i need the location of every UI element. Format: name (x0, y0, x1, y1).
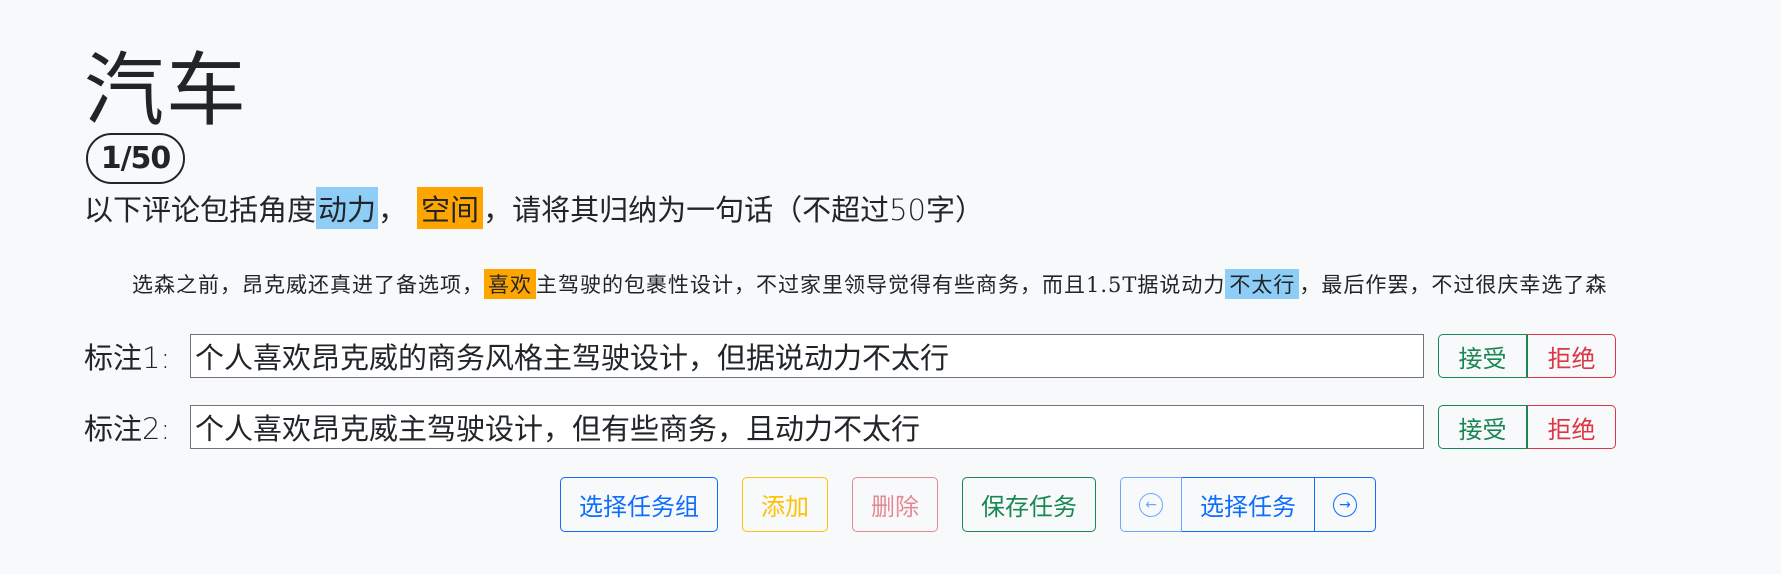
aspect-tag-power: 动力 (316, 187, 379, 229)
annotation-row-2: 标注2: 接受 拒绝 (84, 404, 1616, 450)
review-part: ，最后作罢，不过很庆幸选了森 (1299, 273, 1608, 297)
review-highlight-power: 不太行 (1225, 269, 1300, 299)
save-task-button[interactable]: 保存任务 (962, 477, 1096, 532)
task-navigation: ← 选择任务 → (1120, 477, 1376, 532)
delete-button[interactable]: 删除 (852, 477, 938, 532)
annotation-input-1[interactable] (190, 334, 1424, 378)
accept-reject-group: 接受 拒绝 (1438, 405, 1616, 449)
annotation-label: 标注1: (84, 341, 171, 375)
review-part: 选森之前，昂克威还真进了备选项， (132, 273, 484, 297)
progress-counter-badge: 1/50 (86, 133, 185, 184)
prompt-suffix: ，请将其归纳为一句话（不超过50字） (483, 193, 984, 227)
review-text: 选森之前，昂克威还真进了备选项， 喜欢 主驾驶的包裹性设计，不过家里领导觉得有些… (132, 266, 1607, 302)
next-task-button[interactable]: → (1315, 477, 1376, 532)
accept-reject-group: 接受 拒绝 (1438, 334, 1616, 378)
arrow-left-circle-icon: ← (1139, 492, 1163, 517)
select-task-group-button[interactable]: 选择任务组 (560, 477, 718, 532)
arrow-right-circle-icon: → (1333, 492, 1357, 517)
reject-button[interactable]: 拒绝 (1527, 405, 1616, 449)
add-button[interactable]: 添加 (742, 477, 828, 532)
page-title: 汽车 (84, 44, 248, 137)
annotation-label: 标注2: (84, 412, 171, 446)
task-prompt: 以下评论包括角度 动力 ， 空间 ，请将其归纳为一句话（不超过50字） (84, 183, 984, 233)
previous-task-button[interactable]: ← (1120, 477, 1182, 532)
select-task-button[interactable]: 选择任务 (1182, 477, 1315, 532)
prompt-prefix: 以下评论包括角度 (84, 193, 317, 227)
aspect-tag-space: 空间 (417, 187, 484, 229)
accept-button[interactable]: 接受 (1438, 405, 1527, 449)
review-highlight-space: 喜欢 (484, 269, 536, 299)
annotation-page: 汽车 1/50 以下评论包括角度 动力 ， 空间 ，请将其归纳为一句话（不超过5… (0, 0, 1781, 574)
prompt-separator: ， (378, 193, 408, 227)
reject-button[interactable]: 拒绝 (1527, 334, 1616, 378)
annotation-row-1: 标注1: 接受 拒绝 (84, 333, 1616, 379)
review-part: 主驾驶的包裹性设计，不过家里领导觉得有些商务，而且1.5T据说动力 (536, 273, 1226, 297)
accept-button[interactable]: 接受 (1438, 334, 1527, 378)
annotation-input-2[interactable] (190, 405, 1424, 449)
